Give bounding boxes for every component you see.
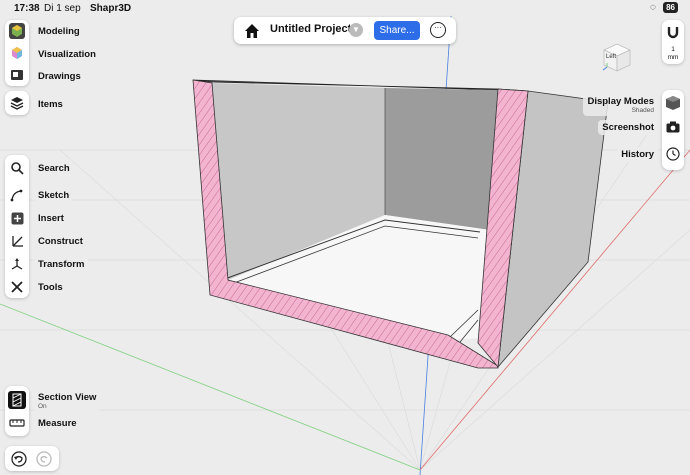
undo-button[interactable] [7,448,31,470]
tools-icon [11,281,23,293]
display-modes-label[interactable]: Display Modes Shaded [583,94,658,116]
visualization-icon [12,47,22,59]
project-title[interactable]: Untitled Project [270,23,351,35]
snap-button[interactable] [664,23,682,41]
section-view-title: Section View [38,392,97,403]
workspace-visualization-button[interactable] [5,42,29,64]
construct-icon [12,236,23,247]
display-modes-title: Display Modes [587,96,654,107]
view-cube[interactable]: Left [600,40,634,74]
share-button[interactable]: Share... [374,21,420,40]
section-view-button[interactable] [5,389,29,411]
tools-button[interactable] [5,276,29,298]
more-options-icon[interactable]: ··· [430,22,446,38]
display-modes-value: Shaded [631,107,654,114]
workspace-label-drawings[interactable]: Drawings [34,69,85,84]
status-date: Di 1 sep [44,3,81,14]
home-icon [245,24,259,38]
redo-icon [36,451,52,467]
section-view-icon [8,391,26,409]
sketch-icon [10,189,23,202]
workspace-modeling-button[interactable] [5,20,29,42]
display-mode-shaded-icon [666,96,680,110]
redo-button[interactable] [32,448,56,470]
tool-label-tools[interactable]: Tools [34,280,67,295]
history-icon [666,147,680,161]
drawings-icon [11,70,23,80]
status-app-name: Shapr3D [90,3,132,14]
history-label[interactable]: History [617,147,658,162]
display-modes-button[interactable] [664,94,682,112]
3d-viewport[interactable] [0,0,690,475]
measure-icon [9,419,25,427]
undo-icon [11,451,27,467]
status-bar: 17:38 Di 1 sep Shapr3D ◌ 86 [0,0,690,16]
transform-icon [11,258,23,270]
insert-button[interactable] [5,207,29,229]
section-view-state: On [38,403,47,410]
transform-button[interactable] [5,253,29,275]
items-button[interactable] [5,92,29,114]
layers-icon [10,97,24,110]
construct-button[interactable] [5,230,29,252]
tool-label-search[interactable]: Search [34,161,74,176]
units-indicator[interactable]: 1 mm [666,46,680,62]
magnet-icon [667,27,679,39]
search-icon [11,162,24,175]
tool-label-sketch[interactable]: Sketch [34,188,74,203]
wifi-icon: ◌ [650,2,656,13]
project-top-bar: Untitled Project ▼ Share... ··· [234,17,456,44]
screenshot-button[interactable] [664,118,682,136]
view-cube-face-label: Left [606,54,617,60]
units-unit: mm [667,54,679,61]
units-value: 1 [671,46,675,53]
workspace-label-visualization[interactable]: Visualization [34,47,100,62]
project-dropdown-icon[interactable]: ▼ [349,23,363,37]
status-time: 17:38 [14,3,40,14]
workspace-drawings-button[interactable] [5,64,29,86]
home-button[interactable] [242,21,262,41]
insert-icon [11,212,23,224]
sketch-button[interactable] [5,184,29,206]
modeling-icon [9,23,25,39]
tool-label-insert[interactable]: Insert [34,211,68,226]
tool-label-construct[interactable]: Construct [34,234,87,249]
tool-label-transform[interactable]: Transform [34,257,89,272]
workspace-label-modeling[interactable]: Modeling [34,24,84,39]
items-label[interactable]: Items [34,97,67,112]
section-view-label[interactable]: Section View On [34,390,101,412]
search-button[interactable] [5,157,29,179]
measure-button[interactable] [5,412,29,434]
screenshot-label[interactable]: Screenshot [598,120,658,135]
history-button[interactable] [664,145,682,163]
camera-icon [666,121,680,133]
measure-label[interactable]: Measure [34,416,81,431]
battery-indicator: 86 [663,2,678,13]
